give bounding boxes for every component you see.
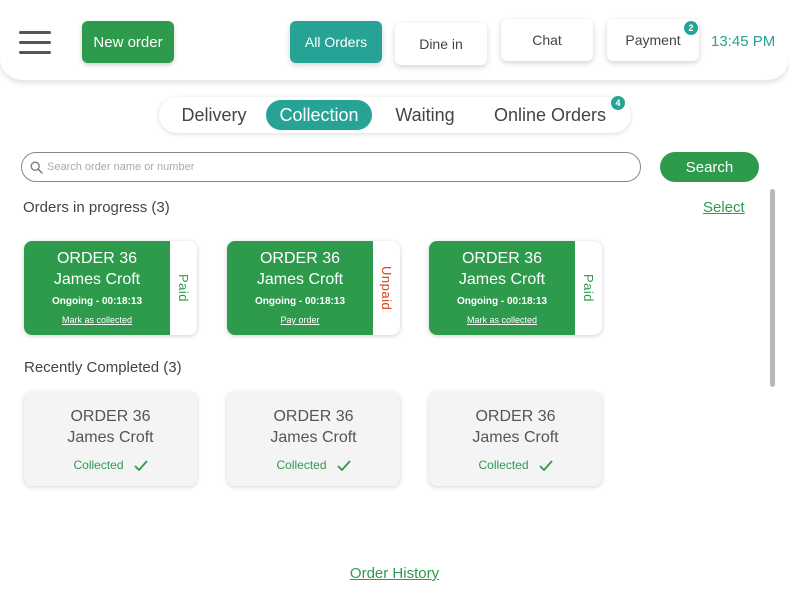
completed-order-card[interactable]: ORDER 36 James Croft Collected [24,392,197,486]
order-type-segment: Delivery Collection Waiting Online Order… [159,96,631,133]
select-link[interactable]: Select [703,199,745,216]
hamburger-icon[interactable] [19,31,51,55]
check-icon [336,459,351,471]
collected-status: Collected [227,458,400,472]
order-card-body[interactable]: ORDER 36 James Croft Ongoing - 00:18:13 … [429,241,575,335]
new-order-button[interactable]: New order [82,21,174,63]
collected-status: Collected [24,458,197,472]
order-number: ORDER 36 [56,250,138,267]
customer-name: James Croft [67,429,154,446]
collected-label: Collected [73,458,124,472]
order-history-link[interactable]: Order History [350,565,439,582]
payment-status: Unpaid [373,241,400,335]
completed-order-card[interactable]: ORDER 36 James Croft Collected [227,392,400,486]
customer-name: James Croft [472,429,559,446]
completed-title: Recently Completed (3) [24,359,182,376]
segment-waiting[interactable]: Waiting [383,97,467,133]
online-orders-badge: 4 [611,96,625,110]
top-bar: New order All Orders Dine in Chat Paymen… [0,0,789,80]
order-card: ORDER 36 James Croft Ongoing - 00:18:13 … [24,241,197,335]
clock: 13:45 PM [711,33,776,50]
search-box [21,152,641,182]
order-number: ORDER 36 [259,250,341,267]
order-card-body[interactable]: ORDER 36 James Croft Ongoing - 00:18:13 … [24,241,170,335]
search-input[interactable] [47,157,632,177]
tab-dine-in[interactable]: Dine in [395,23,487,65]
search-icon [30,161,43,174]
completed-order-card[interactable]: ORDER 36 James Croft Collected [429,392,602,486]
check-icon [538,459,553,471]
order-number: ORDER 36 [475,408,556,425]
segment-delivery[interactable]: Delivery [171,97,257,133]
order-history-container: Order History [0,565,789,583]
collected-status: Collected [429,458,602,472]
order-card: ORDER 36 James Croft Ongoing - 00:18:13 … [227,241,400,335]
customer-name: James Croft [458,271,546,288]
scrollbar[interactable] [770,189,775,387]
customer-name: James Croft [256,271,344,288]
order-status: Ongoing - 00:18:13 [254,296,345,307]
segment-collection[interactable]: Collection [266,100,372,130]
payment-status: Paid [575,241,602,335]
order-status: Ongoing - 00:18:13 [456,296,547,307]
order-card: ORDER 36 James Croft Ongoing - 00:18:13 … [429,241,602,335]
search-button[interactable]: Search [660,152,759,182]
in-progress-title: Orders in progress (3) [23,199,170,216]
order-number: ORDER 36 [70,408,151,425]
payment-status-label: Paid [581,273,596,303]
tab-chat[interactable]: Chat [501,19,593,61]
order-status: Ongoing - 00:18:13 [51,296,142,307]
payment-badge: 2 [684,21,698,35]
mark-collected-link[interactable]: Mark as collected [24,315,170,325]
order-card-body[interactable]: ORDER 36 James Croft Ongoing - 00:18:13 … [227,241,373,335]
check-icon [133,459,148,471]
order-number: ORDER 36 [273,408,354,425]
customer-name: James Croft [53,271,141,288]
segment-online-orders[interactable]: Online Orders [485,97,615,133]
tab-all-orders[interactable]: All Orders [290,21,382,63]
payment-status-label: Paid [176,273,191,303]
payment-status-label: Unpaid [379,265,394,311]
collected-label: Collected [478,458,529,472]
collected-label: Collected [276,458,327,472]
payment-status: Paid [170,241,197,335]
order-number: ORDER 36 [461,250,543,267]
customer-name: James Croft [270,429,357,446]
pay-order-link[interactable]: Pay order [227,315,373,325]
mark-collected-link[interactable]: Mark as collected [429,315,575,325]
